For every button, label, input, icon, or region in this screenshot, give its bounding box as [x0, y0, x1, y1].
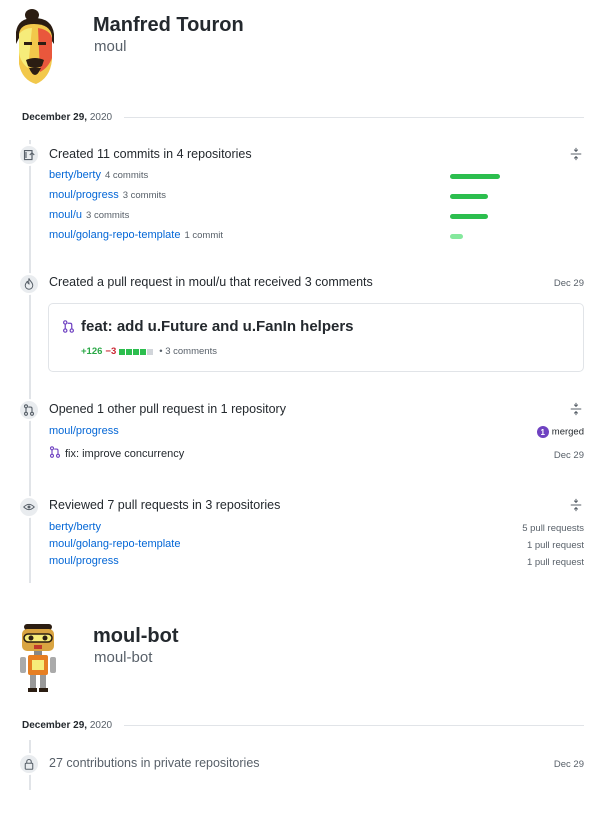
eye-icon	[18, 496, 40, 518]
repo-link[interactable]: berty/berty	[49, 169, 101, 181]
review-count: 1 pull request	[526, 540, 584, 551]
event-date: Dec 29	[553, 759, 584, 770]
avatar[interactable]	[14, 620, 62, 694]
deletions: −3	[105, 346, 117, 357]
repo-link[interactable]: moul/progress	[49, 425, 119, 437]
additions: +126	[81, 346, 103, 357]
user-login[interactable]: moul	[94, 38, 127, 55]
user-login[interactable]: moul-bot	[94, 649, 152, 666]
other-pr-title: Opened 1 other pull request in 1 reposit…	[49, 402, 286, 416]
pr-event-title: Created a pull request in moul/u that re…	[49, 275, 373, 289]
repo-link[interactable]: moul/progress	[49, 555, 119, 567]
private-contributions-title: 27 contributions in private repositories	[49, 756, 260, 770]
commit-repo-row: moul/golang-repo-template 1 commit	[49, 229, 223, 241]
event-date: Dec 29	[553, 278, 584, 289]
date-label: December 29,	[22, 719, 88, 731]
commit-count[interactable]: 1 commit	[184, 230, 223, 241]
date-divider: December 29, 2020	[22, 110, 584, 124]
commit-count[interactable]: 3 commits	[123, 190, 166, 201]
pr-list-item[interactable]: fix: improve concurrency	[49, 446, 184, 461]
date-label: December 29,	[22, 111, 88, 123]
repo-link[interactable]: moul/golang-repo-template	[49, 229, 180, 241]
review-count: 1 pull request	[526, 557, 584, 568]
lock-icon	[18, 753, 40, 775]
pr-title[interactable]: fix: improve concurrency	[65, 448, 184, 460]
fold-icon[interactable]	[569, 498, 583, 512]
diff-blocks	[119, 348, 154, 355]
event-date: Dec 29	[553, 450, 584, 461]
fold-icon[interactable]	[569, 147, 583, 161]
pull-request-icon	[49, 446, 61, 461]
repo-link[interactable]: berty/berty	[49, 521, 101, 533]
merged-status: 1 merged	[536, 426, 584, 438]
comment-count: • 3 comments	[159, 346, 217, 357]
date-year: 2020	[89, 111, 113, 123]
commit-repo-row: berty/berty 4 commits	[49, 169, 148, 181]
repo-link[interactable]: moul/progress	[49, 189, 119, 201]
commit-bar	[450, 214, 488, 219]
pr-card	[48, 303, 584, 372]
review-count: 5 pull requests	[522, 523, 584, 534]
pr-card-title[interactable]: feat: add u.Future and u.FanIn helpers	[81, 318, 354, 335]
fold-icon[interactable]	[569, 402, 583, 416]
commit-count[interactable]: 3 commits	[86, 210, 129, 221]
repo-link[interactable]: moul/golang-repo-template	[49, 538, 180, 550]
commit-repo-row: moul/progress 3 commits	[49, 189, 166, 201]
reviewed-event-title: Reviewed 7 pull requests in 3 repositori…	[49, 498, 281, 512]
commit-bar	[450, 174, 500, 179]
user-name[interactable]: moul-bot	[93, 625, 179, 648]
commits-event-title: Created 11 commits in 4 repositories	[49, 147, 252, 161]
commit-bar	[450, 234, 463, 239]
flame-icon	[18, 273, 40, 295]
commit-count[interactable]: 4 commits	[105, 170, 148, 181]
merged-label: merged	[551, 426, 584, 438]
repo-link[interactable]: moul/u	[49, 209, 82, 221]
pull-request-icon	[18, 399, 40, 421]
avatar[interactable]	[10, 8, 62, 88]
diffstat: +126 −3 • 3 comments	[81, 346, 217, 357]
commit-bar	[450, 194, 488, 199]
repo-push-icon	[18, 144, 40, 166]
commit-repo-row: moul/u 3 commits	[49, 209, 129, 221]
merged-count-badge: 1	[536, 426, 549, 438]
date-year: 2020	[89, 719, 113, 731]
user-name[interactable]: Manfred Touron	[93, 14, 244, 37]
pull-request-icon	[62, 320, 75, 333]
date-divider: December 29, 2020	[22, 718, 584, 732]
